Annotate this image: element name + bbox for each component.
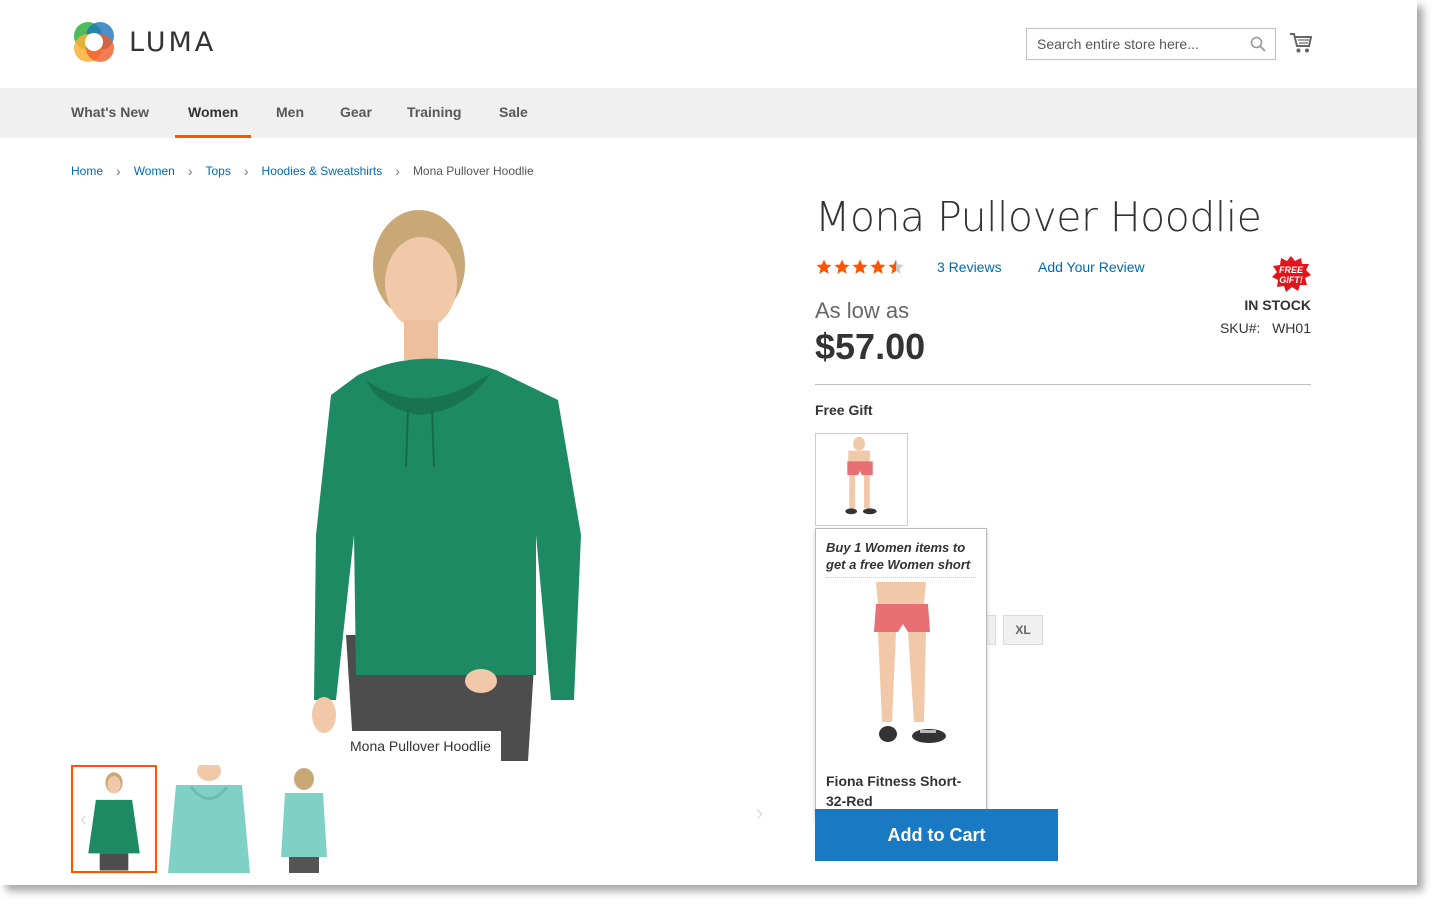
add-to-cart-button[interactable]: Add to Cart xyxy=(815,809,1058,861)
search-input[interactable] xyxy=(1027,29,1237,59)
page-frame: LUMA What's New Women Men Gear Training … xyxy=(0,0,1417,885)
thumbnail-2[interactable] xyxy=(166,765,252,873)
product-main-image[interactable] xyxy=(296,205,596,761)
thumbnail-3[interactable] xyxy=(261,765,347,873)
gift-product-name: Fiona Fitness Short-32-Red xyxy=(826,773,962,809)
breadcrumb-women[interactable]: Women xyxy=(134,164,175,178)
sku: SKU#: WH01 xyxy=(1220,320,1311,336)
star-icon xyxy=(870,259,886,274)
cart-icon[interactable] xyxy=(1289,31,1313,55)
chevron-left-icon[interactable]: ‹ xyxy=(80,806,87,832)
product-title: Mona Pullover Hoodlie xyxy=(815,193,1262,241)
chevron-right-icon[interactable]: › xyxy=(756,800,763,826)
nav-item-women[interactable]: Women xyxy=(175,88,252,138)
star-icon xyxy=(888,259,904,274)
stock-status: IN STOCK xyxy=(1244,297,1311,313)
image-caption: Mona Pullover Hoodlie xyxy=(340,731,501,762)
thumbnail-image xyxy=(281,768,327,873)
star-icon xyxy=(852,259,868,274)
breadcrumb-hoodies[interactable]: Hoodies & Sweatshirts xyxy=(262,164,383,178)
free-gift-option[interactable] xyxy=(815,433,908,526)
rating-stars xyxy=(815,258,905,276)
header: LUMA xyxy=(0,0,1417,88)
chevron-right-icon: › xyxy=(395,163,400,179)
gift-rule-text: Buy 1 Women items to get a free Women sh… xyxy=(826,539,976,578)
logo-text: LUMA xyxy=(129,26,217,58)
gift-product-image xyxy=(845,436,877,515)
store-logo[interactable]: LUMA xyxy=(71,19,216,65)
star-icon xyxy=(816,259,832,274)
nav-item-men[interactable]: Men xyxy=(276,88,304,138)
svg-text:GIFT!: GIFT! xyxy=(1279,275,1303,285)
chevron-right-icon: › xyxy=(187,163,193,179)
breadcrumb: Home › Women › Tops › Hoodies & Sweatshi… xyxy=(71,163,534,179)
search-box xyxy=(1026,28,1276,60)
breadcrumb-tops[interactable]: Tops xyxy=(206,164,231,178)
price-prefix: As low as xyxy=(815,298,910,323)
add-review-link[interactable]: Add Your Review xyxy=(1038,259,1145,275)
sku-value: WH01 xyxy=(1272,320,1311,336)
chevron-right-icon: › xyxy=(116,163,121,179)
nav-item-whats-new[interactable]: What's New xyxy=(71,88,149,138)
main-nav: What's New Women Men Gear Training Sale xyxy=(0,88,1417,138)
free-gift-tooltip: Buy 1 Women items to get a free Women sh… xyxy=(815,528,987,820)
breadcrumb-current: Mona Pullover Hoodlie xyxy=(412,164,534,178)
nav-item-sale[interactable]: Sale xyxy=(499,88,528,138)
star-icon xyxy=(834,259,850,274)
search-icon[interactable] xyxy=(1250,36,1266,52)
nav-item-training[interactable]: Training xyxy=(407,88,461,138)
free-gift-label: Free Gift xyxy=(815,402,873,418)
chevron-right-icon: › xyxy=(243,163,249,179)
reviews-link[interactable]: 3 Reviews xyxy=(937,259,1002,275)
free-gift-badge-icon: FREE GIFT! xyxy=(1272,256,1311,292)
thumbnail-image xyxy=(168,765,250,873)
size-swatch-xl[interactable]: XL xyxy=(1003,615,1043,645)
svg-text:FREE: FREE xyxy=(1279,265,1304,275)
divider xyxy=(815,384,1311,385)
gift-product-large-image xyxy=(874,582,946,743)
luma-logo-icon xyxy=(74,22,114,62)
nav-item-gear[interactable]: Gear xyxy=(340,88,372,138)
sku-label: SKU#: xyxy=(1219,320,1261,336)
breadcrumb-home[interactable]: Home xyxy=(71,164,103,178)
product-price: $57.00 xyxy=(815,326,926,367)
